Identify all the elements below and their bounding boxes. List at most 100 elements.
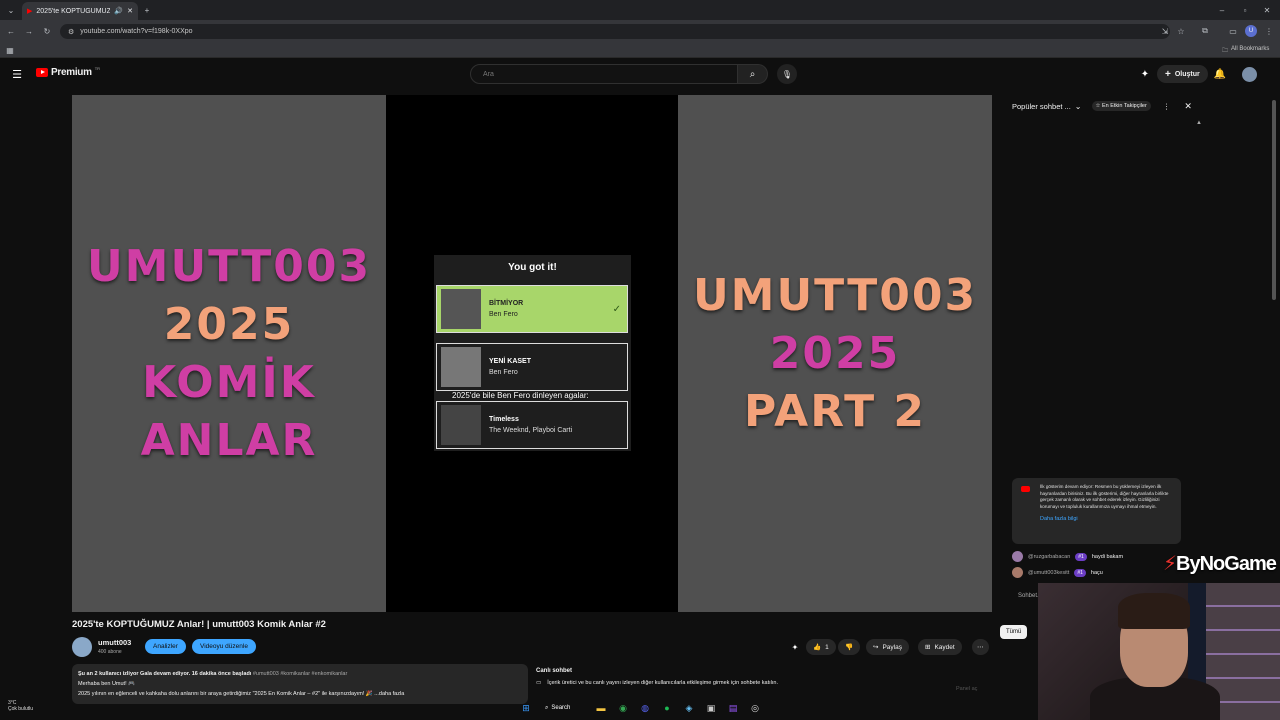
- left-title-panel: UMUTT003 2025 KOMİK ANLAR: [72, 95, 386, 612]
- chat-mode-label[interactable]: Popüler sohbet ...: [1012, 102, 1071, 111]
- extensions-icon[interactable]: ⧉: [1198, 24, 1212, 38]
- more-actions-button[interactable]: ⋯: [972, 639, 989, 655]
- scroll-up-icon[interactable]: ▲: [1196, 120, 1202, 126]
- description-tags[interactable]: #umutt003 #komikanlar #enkomikanlar: [253, 671, 347, 677]
- channel-avatar[interactable]: [72, 637, 92, 657]
- edit-video-button[interactable]: Videoyu düzenle: [192, 639, 256, 654]
- chat-username[interactable]: @umutt003kesitt: [1028, 570, 1069, 576]
- chrome-icon[interactable]: ◉: [615, 700, 631, 716]
- open-panel-hint[interactable]: Panel aç: [956, 686, 977, 692]
- youtube-logo[interactable]: Premium TR: [36, 66, 100, 78]
- weather-widget[interactable]: 3°C Çok bulutlu: [8, 700, 33, 712]
- all-bookmarks[interactable]: 🗀 All Bookmarks: [1222, 46, 1269, 56]
- dislike-button[interactable]: 👎: [838, 639, 861, 655]
- voice-search-button[interactable]: 🎙: [777, 64, 797, 84]
- song-name: Timeless: [489, 416, 519, 423]
- obs-icon[interactable]: ◎: [747, 700, 763, 716]
- song-artist: The Weeknd, Playboi Carti: [489, 427, 573, 434]
- weather-text: Çok bulutlu: [8, 706, 34, 712]
- site-info-icon[interactable]: ⚙: [68, 28, 74, 36]
- search-button[interactable]: ⌕: [738, 64, 768, 84]
- share-button[interactable]: ↪ Paylaş: [866, 639, 909, 655]
- sidepanel-icon[interactable]: ▭: [1226, 24, 1240, 38]
- discord-icon[interactable]: ◍: [637, 700, 653, 716]
- all-bookmarks-label: All Bookmarks: [1231, 46, 1270, 52]
- forward-icon[interactable]: →: [22, 24, 36, 38]
- app-icon[interactable]: ▣: [703, 700, 719, 716]
- install-icon[interactable]: ⇲: [1158, 24, 1172, 38]
- analytics-button[interactable]: Analizler: [145, 639, 186, 654]
- save-button[interactable]: ⊞ Kaydet: [918, 639, 962, 655]
- youtube-play-icon: [1021, 486, 1030, 492]
- search-icon: ⌕: [545, 704, 549, 711]
- card-heading: You got it!: [508, 262, 557, 273]
- create-button[interactable]: + Oluştur: [1157, 65, 1208, 83]
- left-line-4: ANLAR: [140, 414, 318, 466]
- chat-avatar[interactable]: [1012, 567, 1023, 578]
- search-icon: ⌕: [749, 68, 756, 80]
- premiere-app-icon[interactable]: ▤: [725, 700, 741, 716]
- chat-avatar[interactable]: [1012, 551, 1023, 562]
- account-avatar[interactable]: [1242, 67, 1257, 82]
- song-option-3: Timeless The Weeknd, Playboi Carti: [436, 401, 628, 449]
- taskbar-search-label: Search: [551, 705, 571, 711]
- left-line-1: UMUTT003: [86, 240, 372, 292]
- new-tab-icon[interactable]: +: [140, 3, 154, 17]
- song-artist: Ben Fero: [489, 311, 518, 318]
- youtube-play-icon: [36, 68, 48, 77]
- minimize-icon[interactable]: –: [1215, 3, 1229, 17]
- file-explorer-icon[interactable]: ▬: [593, 700, 609, 716]
- chat-bubble-icon: ▭: [536, 680, 542, 686]
- back-icon[interactable]: ←: [4, 24, 18, 38]
- chevron-down-icon[interactable]: ⌄: [1075, 102, 1082, 111]
- window-close-icon[interactable]: ✕: [1260, 3, 1274, 17]
- bookmark-star-icon[interactable]: ☆: [1174, 24, 1188, 38]
- premium-gem-icon[interactable]: ✦: [788, 640, 802, 654]
- logo-text: Premium: [51, 67, 92, 78]
- browser-menu-icon[interactable]: ⋮: [1262, 24, 1276, 38]
- url-field[interactable]: ⚙ youtube.com/watch?v=f198k-0XXpo: [60, 24, 1170, 39]
- fan-badge: #1: [1074, 568, 1086, 577]
- album-art: [441, 405, 481, 445]
- browser-tab[interactable]: ▶ 2025'te KOPTUĞUMUZ Anlar 🔊 ✕: [22, 2, 138, 20]
- steam-icon[interactable]: ◈: [681, 700, 697, 716]
- like-button[interactable]: 👍 1: [806, 639, 836, 655]
- chat-message: @umutt003kesitt #1 haçu: [1012, 567, 1103, 578]
- chat-menu-icon[interactable]: ⋮: [1163, 102, 1171, 111]
- top-fans-label: En Etkin Takipçiler: [1101, 103, 1147, 109]
- page-scrollbar[interactable]: [1272, 100, 1276, 300]
- premium-gem-icon[interactable]: ✦: [1138, 67, 1152, 81]
- browser-tab-bar: ⌄ ▶ 2025'te KOPTUĞUMUZ Anlar 🔊 ✕ + – ▫ ✕: [0, 0, 1280, 20]
- brand-watermark: ⚡ByNoGame: [1163, 551, 1277, 576]
- description-box[interactable]: Şu an 2 kullanıcı izliyor Gala devam edi…: [72, 664, 528, 704]
- center-phone-clip: You got it! BİTMİYOR Ben Fero ✓ YENİ KAS…: [386, 95, 678, 612]
- profile-avatar[interactable]: U: [1245, 25, 1257, 37]
- chat-message: @ruzgarbabacan #1 haydi bakam: [1012, 551, 1123, 562]
- notifications-bell-icon[interactable]: 🔔: [1213, 67, 1227, 81]
- search-input[interactable]: Ara: [470, 64, 738, 84]
- webcam-overlay: [1038, 583, 1280, 720]
- hamburger-menu-icon[interactable]: ☰: [10, 67, 24, 81]
- song-quiz-card: You got it! BİTMİYOR Ben Fero ✓ YENİ KAS…: [434, 255, 631, 451]
- learn-more-link[interactable]: Daha fazla bilgi: [1040, 516, 1173, 523]
- spotify-icon[interactable]: ●: [659, 700, 675, 716]
- tab-close-icon[interactable]: ✕: [127, 7, 133, 15]
- channel-name[interactable]: umutt003: [98, 638, 131, 647]
- chat-text: haçu: [1090, 569, 1103, 576]
- right-line-1: UMUTT003: [692, 269, 978, 321]
- top-fans-chip[interactable]: ☆ En Etkin Takipçiler: [1091, 101, 1151, 111]
- all-chip[interactable]: Tümü: [1000, 625, 1028, 639]
- taskbar-search[interactable]: ⌕ Search: [545, 702, 570, 714]
- right-line-2: 2025: [769, 327, 901, 379]
- reload-icon[interactable]: ↻: [40, 24, 54, 38]
- tab-menu-icon[interactable]: ⌄: [4, 3, 18, 17]
- chat-close-icon[interactable]: ✕: [1184, 101, 1192, 112]
- thumbs-down-icon: 👎: [845, 644, 854, 651]
- url-text: youtube.com/watch?v=f198k-0XXpo: [80, 28, 193, 35]
- video-player[interactable]: UMUTT003 2025 KOMİK ANLAR You got it! Bİ…: [72, 95, 992, 612]
- windows-start-icon[interactable]: ⊞: [518, 700, 534, 716]
- chat-username[interactable]: @ruzgarbabacan: [1028, 554, 1070, 560]
- maximize-icon[interactable]: ▫: [1238, 3, 1252, 17]
- apps-icon[interactable]: ▦: [3, 43, 17, 57]
- song-artist: Ben Fero: [489, 369, 518, 376]
